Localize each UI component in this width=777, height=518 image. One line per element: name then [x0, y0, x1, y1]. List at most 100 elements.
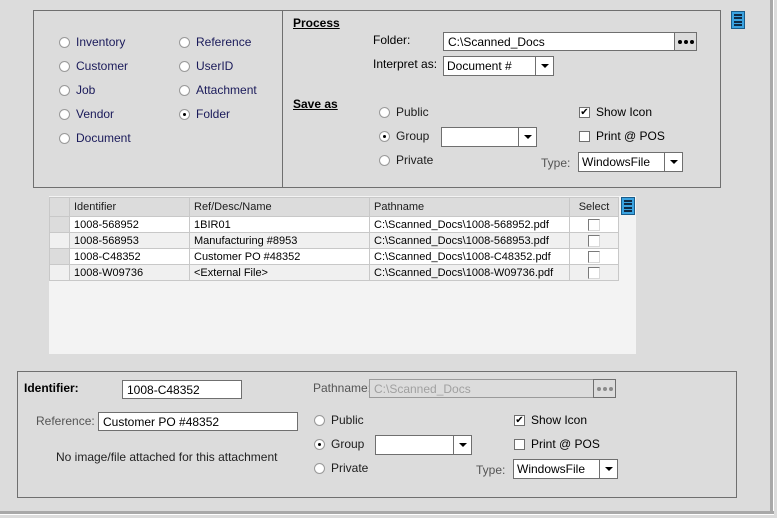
row-header-corner	[49, 197, 70, 217]
cell-select	[569, 248, 619, 265]
row-header[interactable]	[49, 216, 70, 233]
identifier-label: Identifier:	[24, 381, 79, 395]
radio-dot-selected	[379, 130, 390, 142]
row-header[interactable]	[49, 248, 70, 265]
cell-identifier[interactable]: 1008-568952	[69, 216, 190, 233]
interpret-as-label: Interpret as:	[373, 57, 438, 71]
save-as-group-select[interactable]	[441, 127, 537, 147]
cell-ref[interactable]: 1BIR01	[189, 216, 370, 233]
cell-pathname[interactable]: C:\Scanned_Docs\1008-W09736.pdf	[369, 264, 570, 281]
select-checkbox[interactable]	[588, 234, 600, 247]
checkbox-box	[514, 438, 525, 450]
radio-userid[interactable]: UserID	[179, 59, 233, 73]
browse-pathname-button[interactable]	[593, 379, 616, 398]
chevron-down-icon	[535, 57, 553, 75]
print-pos-checkbox[interactable]: Print @ POS	[579, 129, 665, 143]
type-select[interactable]: WindowsFile	[578, 152, 683, 172]
panel-divider	[282, 11, 283, 187]
check-icon: ✔	[514, 414, 525, 426]
radio-job[interactable]: Job	[59, 83, 95, 97]
column-header-pathname[interactable]: Pathname	[369, 197, 570, 217]
radio-attachment[interactable]: Attachment	[179, 83, 257, 97]
column-header-identifier[interactable]: Identifier	[69, 197, 190, 217]
cell-ref[interactable]: Customer PO #48352	[189, 248, 370, 265]
chevron-down-icon	[599, 460, 617, 478]
detail-radio-group[interactable]: Group	[314, 437, 364, 451]
detail-type-select[interactable]: WindowsFile	[513, 459, 618, 479]
interpret-as-select[interactable]: Document #	[443, 56, 554, 76]
radio-dot	[379, 106, 390, 118]
save-as-title: Save as	[293, 97, 338, 111]
chevron-down-icon	[664, 153, 682, 171]
radio-dot-selected	[179, 108, 190, 120]
radio-folder[interactable]: Folder	[179, 107, 230, 121]
dot-icon	[608, 386, 613, 391]
chevron-down-icon	[518, 128, 536, 146]
type-label: Type:	[541, 156, 571, 170]
cell-select	[569, 264, 619, 281]
cell-pathname[interactable]: C:\Scanned_Docs\1008-568953.pdf	[369, 232, 570, 249]
window-border-right	[770, 0, 774, 512]
cell-pathname[interactable]: C:\Scanned_Docs\1008-C48352.pdf	[369, 248, 570, 265]
dot-icon	[602, 386, 607, 391]
process-title: Process	[293, 16, 340, 30]
detail-radio-public[interactable]: Public	[314, 413, 364, 427]
radio-dot	[314, 414, 325, 426]
row-header[interactable]	[49, 264, 70, 281]
detail-group-select[interactable]	[375, 435, 472, 455]
radio-dot	[59, 60, 70, 72]
cell-select	[569, 232, 619, 249]
radio-inventory[interactable]: Inventory	[59, 35, 125, 49]
table-row[interactable]: 1008-W09736 <External File> C:\Scanned_D…	[49, 264, 619, 281]
pathname-label: Pathname:	[313, 381, 372, 395]
reference-input[interactable]: Customer PO #48352	[98, 412, 298, 431]
dot-icon	[689, 39, 694, 44]
select-checkbox[interactable]	[588, 266, 600, 279]
folder-input[interactable]: C:\Scanned_Docs	[443, 32, 675, 51]
grid-menu-icon[interactable]	[621, 197, 635, 215]
select-checkbox[interactable]	[588, 250, 600, 263]
radio-vendor[interactable]: Vendor	[59, 107, 114, 121]
radio-document[interactable]: Document	[59, 131, 131, 145]
radio-reference[interactable]: Reference	[179, 35, 251, 49]
radio-dot-selected	[314, 438, 325, 450]
cell-identifier[interactable]: 1008-W09736	[69, 264, 190, 281]
detail-print-pos-checkbox[interactable]: Print @ POS	[514, 437, 600, 451]
window-border-bottom	[0, 511, 774, 515]
table-row[interactable]: 1008-C48352 Customer PO #48352 C:\Scanne…	[49, 248, 619, 265]
radio-dot	[59, 84, 70, 96]
browse-folder-button[interactable]	[674, 32, 697, 51]
pathname-input[interactable]: C:\Scanned_Docs	[369, 379, 594, 398]
detail-type-label: Type:	[476, 463, 506, 477]
radio-dot	[179, 36, 190, 48]
identifier-input[interactable]: 1008-C48352	[122, 380, 242, 399]
cell-ref[interactable]: <External File>	[189, 264, 370, 281]
grid-header-row: Identifier Ref/Desc/Name Pathname Select	[49, 197, 619, 217]
table-row[interactable]: 1008-568953 Manufacturing #8953 C:\Scann…	[49, 232, 619, 249]
detail-radio-private[interactable]: Private	[314, 461, 368, 475]
cell-identifier[interactable]: 1008-568953	[69, 232, 190, 249]
save-as-radio-private[interactable]: Private	[379, 153, 433, 167]
radio-dot	[314, 462, 325, 474]
select-checkbox[interactable]	[588, 218, 600, 231]
column-header-select[interactable]: Select	[569, 197, 619, 217]
detail-show-icon-checkbox[interactable]: ✔ Show Icon	[514, 413, 587, 427]
cell-identifier[interactable]: 1008-C48352	[69, 248, 190, 265]
radio-dot	[179, 84, 190, 96]
dot-icon	[683, 39, 688, 44]
dot-icon	[677, 39, 682, 44]
column-header-ref[interactable]: Ref/Desc/Name	[189, 197, 370, 217]
table-row[interactable]: 1008-568952 1BIR01 C:\Scanned_Docs\1008-…	[49, 216, 619, 233]
folder-label: Folder:	[373, 33, 411, 47]
cell-ref[interactable]: Manufacturing #8953	[189, 232, 370, 249]
dot-icon	[596, 386, 601, 391]
radio-dot	[59, 36, 70, 48]
save-as-radio-public[interactable]: Public	[379, 105, 429, 119]
radio-dot	[59, 132, 70, 144]
save-as-radio-group[interactable]: Group	[379, 129, 429, 143]
cell-pathname[interactable]: C:\Scanned_Docs\1008-568952.pdf	[369, 216, 570, 233]
radio-customer[interactable]: Customer	[59, 59, 128, 73]
row-header[interactable]	[49, 232, 70, 249]
menu-icon[interactable]	[731, 11, 745, 29]
show-icon-checkbox[interactable]: ✔ Show Icon	[579, 105, 652, 119]
